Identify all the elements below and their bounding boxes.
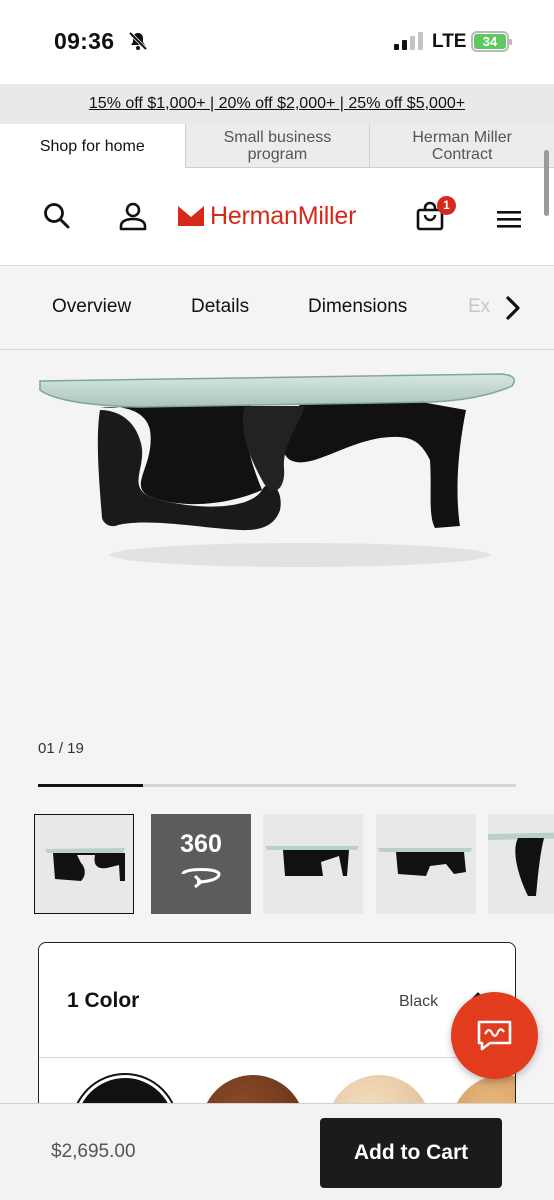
tab-overflow[interactable]: Ex bbox=[468, 296, 490, 318]
option-title: 1 Color bbox=[67, 989, 140, 1012]
thumb-360-label: 360 bbox=[180, 830, 222, 858]
tab-contract[interactable]: Herman Miller Contract bbox=[369, 124, 554, 168]
thumbnail-3[interactable] bbox=[263, 814, 363, 914]
section-tabs: Overview Details Dimensions Ex bbox=[0, 266, 554, 350]
tab-shop-for-home[interactable]: Shop for home bbox=[0, 124, 185, 168]
tab-dimensions[interactable]: Dimensions bbox=[308, 296, 407, 318]
cart-count-badge: 1 bbox=[437, 196, 456, 215]
tab-overview[interactable]: Overview bbox=[52, 296, 131, 318]
product-price: $2,695.00 bbox=[51, 1141, 136, 1162]
audience-tabs: Shop for home Small business program Her… bbox=[0, 124, 554, 168]
thumbnail-5[interactable] bbox=[488, 814, 554, 914]
rotate-icon bbox=[181, 868, 221, 888]
menu-icon[interactable] bbox=[495, 208, 523, 230]
tab-small-business[interactable]: Small business program bbox=[184, 124, 370, 168]
table-thumb-image bbox=[488, 832, 554, 896]
table-thumb-image bbox=[45, 848, 125, 881]
promo-banner[interactable]: 15% off $1,000+ | 20% off $2,000+ | 25% … bbox=[0, 84, 554, 124]
site-header: HermanMiller 1 bbox=[0, 168, 554, 266]
status-bar: 09:36 LTE 34 bbox=[0, 0, 554, 84]
thumbnail-1[interactable] bbox=[34, 814, 134, 914]
status-time: 09:36 bbox=[54, 28, 115, 54]
brand-logo[interactable]: HermanMiller bbox=[178, 200, 356, 232]
network-label: LTE bbox=[432, 31, 467, 52]
chevron-right-icon[interactable] bbox=[500, 294, 526, 322]
gallery-progress-bar bbox=[38, 784, 144, 787]
battery-level: 34 bbox=[474, 34, 506, 49]
table-thumb-image bbox=[265, 846, 359, 876]
thumbnail-4[interactable] bbox=[376, 814, 476, 914]
signal-icon bbox=[394, 32, 424, 50]
product-image[interactable] bbox=[0, 350, 554, 730]
thumbnail-strip: 360 bbox=[34, 812, 554, 916]
purchase-bar: $2,695.00 Add to Cart bbox=[0, 1103, 554, 1200]
search-icon[interactable] bbox=[41, 200, 73, 232]
chat-button[interactable] bbox=[451, 992, 538, 1079]
battery-icon: 34 bbox=[471, 31, 512, 52]
account-icon[interactable] bbox=[117, 200, 149, 232]
add-to-cart-button[interactable]: Add to Cart bbox=[320, 1118, 502, 1188]
scrollbar-thumb[interactable] bbox=[544, 150, 549, 216]
selected-color[interactable]: Black bbox=[399, 993, 438, 1011]
thumbnail-360[interactable]: 360 bbox=[151, 814, 251, 914]
bell-slash-icon bbox=[128, 31, 148, 51]
brand-name: HermanMiller bbox=[210, 201, 357, 230]
table-thumb-image bbox=[378, 848, 472, 876]
gallery-progress-track bbox=[38, 784, 516, 787]
tab-details[interactable]: Details bbox=[191, 296, 249, 318]
panel-divider bbox=[39, 1057, 515, 1058]
herman-miller-mark-icon bbox=[178, 206, 204, 226]
chat-icon bbox=[477, 1020, 512, 1051]
gallery-counter: 01 / 19 bbox=[38, 740, 84, 757]
